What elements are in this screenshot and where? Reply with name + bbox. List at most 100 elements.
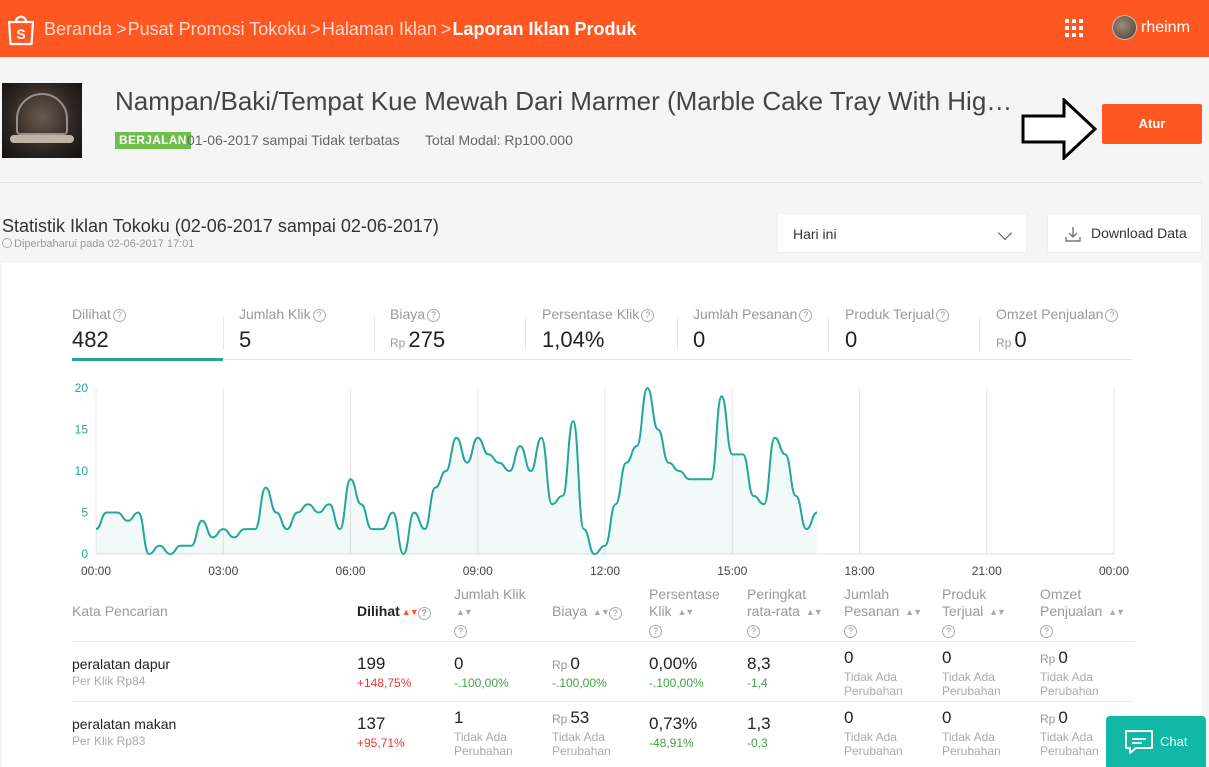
metric-ctr[interactable]: Persentase Klik? 1,04%: [542, 306, 655, 364]
sort-icon[interactable]: ▲▼: [402, 604, 419, 621]
help-icon[interactable]: ?: [936, 309, 950, 322]
chart-x-tick-label: 12:00: [590, 564, 620, 578]
metric-clicks[interactable]: Jumlah Klik? 5: [239, 306, 326, 364]
period-selected: Hari ini: [793, 226, 837, 242]
cell-value: 0: [844, 708, 854, 727]
col-clicks-label: Jumlah Klik: [454, 586, 526, 602]
currency-label: Rp: [552, 658, 568, 672]
cell-value: 1,3: [747, 714, 771, 733]
col-views[interactable]: Dilihat ▲▼?: [357, 603, 431, 621]
cell-views: 199 +148,75%: [357, 654, 411, 690]
metric-cost[interactable]: Biaya? Rp 275: [390, 306, 445, 364]
col-rank-label: Peringkat: [747, 586, 807, 602]
cell-value: 199: [357, 654, 386, 673]
metric-orders[interactable]: Jumlah Pesanan? 0: [693, 306, 813, 364]
divider: [677, 316, 678, 350]
metric-revenue[interactable]: Omzet Penjualan? Rp 0: [996, 306, 1119, 364]
col-revenue[interactable]: Omzet Penjualan ▲▼?: [1040, 586, 1125, 638]
cell-value: 0: [1058, 708, 1068, 727]
metric-value: 1,04%: [542, 327, 605, 352]
currency-label: Rp: [390, 336, 406, 350]
chat-button[interactable]: Chat: [1106, 716, 1206, 767]
cell-orders: 0 Tidak Ada Perubahan: [844, 648, 924, 698]
metric-value: 0: [1014, 327, 1027, 352]
keyword-text: peralatan dapur: [72, 656, 171, 672]
help-icon[interactable]: ?: [649, 625, 662, 638]
chart-y-tick-label: 10: [75, 464, 89, 478]
help-icon[interactable]: ?: [417, 607, 431, 620]
col-ctr[interactable]: Persentase Klik ▲▼?: [649, 586, 720, 638]
sort-icon[interactable]: ▲▼: [593, 604, 610, 621]
period-dropdown[interactable]: Hari ini: [777, 213, 1027, 253]
cell-value: 0,00%: [649, 654, 698, 673]
col-keyword: Kata Pencarian: [72, 603, 168, 619]
divider: [223, 316, 224, 350]
help-icon[interactable]: ?: [747, 625, 760, 638]
cell-value: 0: [942, 648, 952, 667]
download-icon: [1065, 227, 1081, 242]
breadcrumb-home[interactable]: Beranda: [44, 19, 112, 39]
username[interactable]: rheinm: [1141, 19, 1190, 37]
cell-change: Tidak Ada Perubahan: [454, 730, 513, 758]
metric-sold[interactable]: Produk Terjual? 0: [845, 306, 950, 364]
help-icon[interactable]: ?: [799, 309, 813, 322]
help-icon[interactable]: ?: [942, 625, 955, 638]
metric-label: Dilihat: [72, 306, 111, 322]
keyword-name: peralatan dapur Per Klik Rp84: [72, 656, 170, 688]
status-badge: BERJALAN: [115, 132, 191, 149]
cell-value: 8,3: [747, 654, 771, 673]
breadcrumb-promo-center[interactable]: Pusat Promosi Tokoku: [128, 19, 307, 39]
help-icon[interactable]: ?: [427, 309, 441, 322]
sort-icon[interactable]: ▲▼: [905, 604, 922, 621]
breadcrumb-ads-page[interactable]: Halaman Iklan: [322, 19, 437, 39]
cell-clicks: 0 -.100,00%: [454, 654, 509, 690]
sort-icon[interactable]: ▲▼: [456, 604, 473, 621]
cell-value: 0: [570, 654, 580, 673]
help-icon[interactable]: ?: [844, 625, 857, 638]
chart-x-tick-label: 06:00: [335, 564, 365, 578]
col-sold[interactable]: Produk Terjual ▲▼?: [942, 586, 1006, 638]
chart-x-tick-label: 18:00: [844, 564, 874, 578]
divider: [525, 316, 526, 350]
arrow-right-icon: [1021, 98, 1098, 160]
help-icon[interactable]: ?: [454, 625, 467, 638]
sort-icon[interactable]: ▲▼: [989, 604, 1006, 621]
product-image: [2, 83, 82, 158]
col-clicks[interactable]: Jumlah Klik ▲▼?: [454, 586, 526, 638]
sort-icon[interactable]: ▲▼: [1108, 604, 1125, 621]
shopee-logo-icon[interactable]: S: [6, 12, 36, 46]
download-data-button[interactable]: Download Data: [1047, 213, 1202, 253]
currency-label: Rp: [1040, 712, 1056, 726]
divider: [979, 316, 980, 350]
cell-rank: 1,3 -0,3: [747, 714, 771, 750]
col-rank[interactable]: Peringkat rata-rata ▲▼?: [747, 586, 823, 638]
cell-change: -48,91%: [649, 736, 694, 750]
keyword-cpc: Per Klik Rp84: [72, 674, 146, 688]
currency-label: Rp: [1040, 652, 1056, 666]
chat-icon: [1125, 730, 1153, 754]
chart-x-tick-label: 03:00: [208, 564, 238, 578]
cell-change: Tidak Ada Perubahan: [844, 670, 903, 698]
sort-icon[interactable]: ▲▼: [677, 604, 694, 621]
help-icon[interactable]: ?: [312, 309, 326, 322]
avatar[interactable]: [1112, 15, 1137, 40]
keyword-text: peralatan makan: [72, 716, 177, 732]
help-icon[interactable]: ?: [1105, 309, 1119, 322]
cell-ctr: 0,00% -.100,00%: [649, 654, 704, 690]
cell-value: 0: [942, 708, 952, 727]
sort-icon[interactable]: ▲▼: [806, 604, 823, 621]
metric-views[interactable]: Dilihat? 482: [72, 306, 126, 364]
help-icon[interactable]: ?: [641, 309, 655, 322]
help-icon[interactable]: ?: [1040, 625, 1053, 638]
col-cost[interactable]: Biaya ▲▼?: [552, 603, 622, 621]
last-updated: Diperbaharui pada 02-06-2017 17:01: [2, 238, 194, 250]
apps-grid-icon[interactable]: [1065, 19, 1083, 37]
active-metric-indicator: [72, 358, 223, 361]
cell-change: +95,71%: [357, 736, 405, 750]
edit-ad-button[interactable]: Atur: [1102, 104, 1202, 144]
help-icon[interactable]: ?: [608, 607, 622, 620]
chevron-down-icon: [997, 225, 1013, 241]
col-orders[interactable]: Jumlah Pesanan ▲▼?: [844, 586, 922, 638]
col-revenue-label-2: Penjualan: [1040, 603, 1103, 619]
help-icon[interactable]: ?: [112, 309, 126, 322]
